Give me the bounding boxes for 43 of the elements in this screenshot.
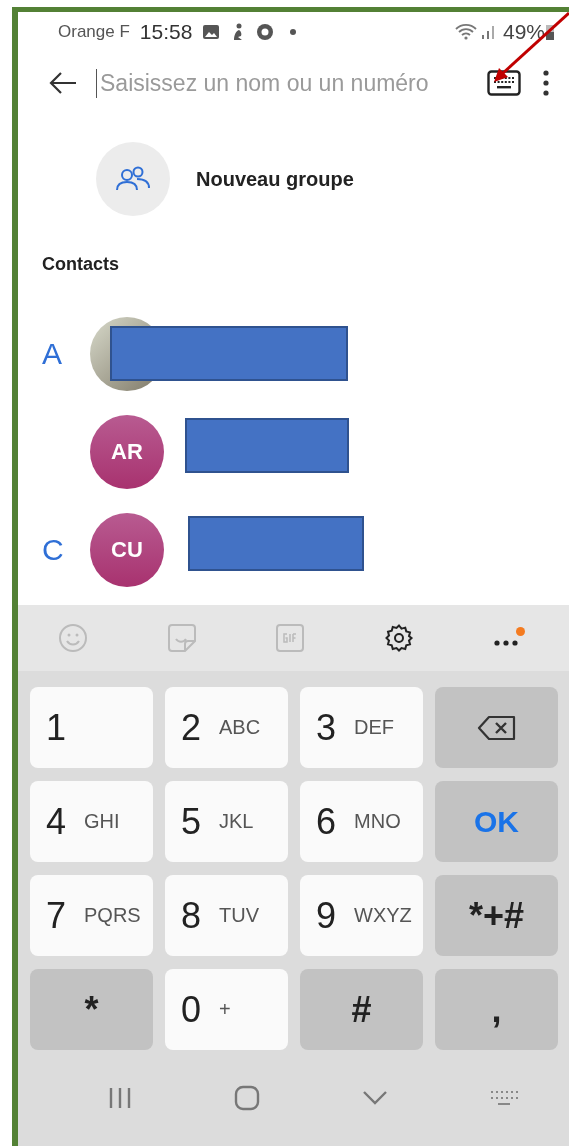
- keyboard-key[interactable]: *: [30, 969, 153, 1050]
- more-dots-icon: [493, 639, 520, 647]
- key-letters: +: [219, 998, 231, 1021]
- carrier-name: Orange F: [58, 22, 130, 42]
- dot-icon: [290, 29, 297, 35]
- signal-icon: [480, 24, 497, 40]
- index-letter: C: [42, 533, 65, 567]
- keyboard-key[interactable]: 7 PQRS: [30, 875, 153, 956]
- key-letters: TUV: [219, 904, 260, 927]
- key-letters: PQRS: [84, 904, 141, 927]
- clock: 15:58: [139, 20, 193, 44]
- keyboard-key[interactable]: *+#: [435, 875, 558, 956]
- index-letter: A: [42, 337, 63, 371]
- image-icon: [202, 24, 221, 40]
- keyboard-key[interactable]: 1: [30, 687, 153, 768]
- keyboard-key[interactable]: 8 TUV: [165, 875, 288, 956]
- contacts-heading: Contacts: [41, 253, 120, 276]
- browser-icon: [256, 23, 275, 41]
- key-letters: WXYZ: [354, 904, 412, 927]
- battery-icon: [545, 23, 555, 41]
- contact-avatar: AR: [90, 415, 164, 489]
- keyboard-key[interactable]: ,: [435, 969, 558, 1050]
- keyboard-key[interactable]: 0 +: [165, 969, 288, 1050]
- people-icon: [115, 166, 151, 192]
- keyboard-key[interactable]: 4 GHI: [30, 781, 153, 862]
- key-letters: ABC: [219, 716, 261, 739]
- keyboard-key[interactable]: 2 ABC: [165, 687, 288, 768]
- key-letters: DEF: [354, 716, 395, 739]
- contact-avatar: CU: [90, 513, 164, 587]
- backspace-icon: [476, 714, 517, 741]
- keyboard-key[interactable]: 3 DEF: [300, 687, 423, 768]
- keyboard-key[interactable]: 9 WXYZ: [300, 875, 423, 956]
- key-letters: MNO: [354, 810, 401, 833]
- more-options-icon: [543, 70, 549, 96]
- backspace-key[interactable]: [435, 687, 558, 768]
- keyboard-key[interactable]: 5 JKL: [165, 781, 288, 862]
- wifi-icon: [454, 23, 477, 41]
- battery-level: 49%: [502, 20, 545, 44]
- key-letters: GHI: [84, 810, 120, 833]
- key-letters: JKL: [219, 810, 254, 833]
- keyboard-key[interactable]: #: [300, 969, 423, 1050]
- new-group-label[interactable]: Nouveau groupe: [196, 167, 354, 191]
- keyboard-key[interactable]: 6 MNO: [300, 781, 423, 862]
